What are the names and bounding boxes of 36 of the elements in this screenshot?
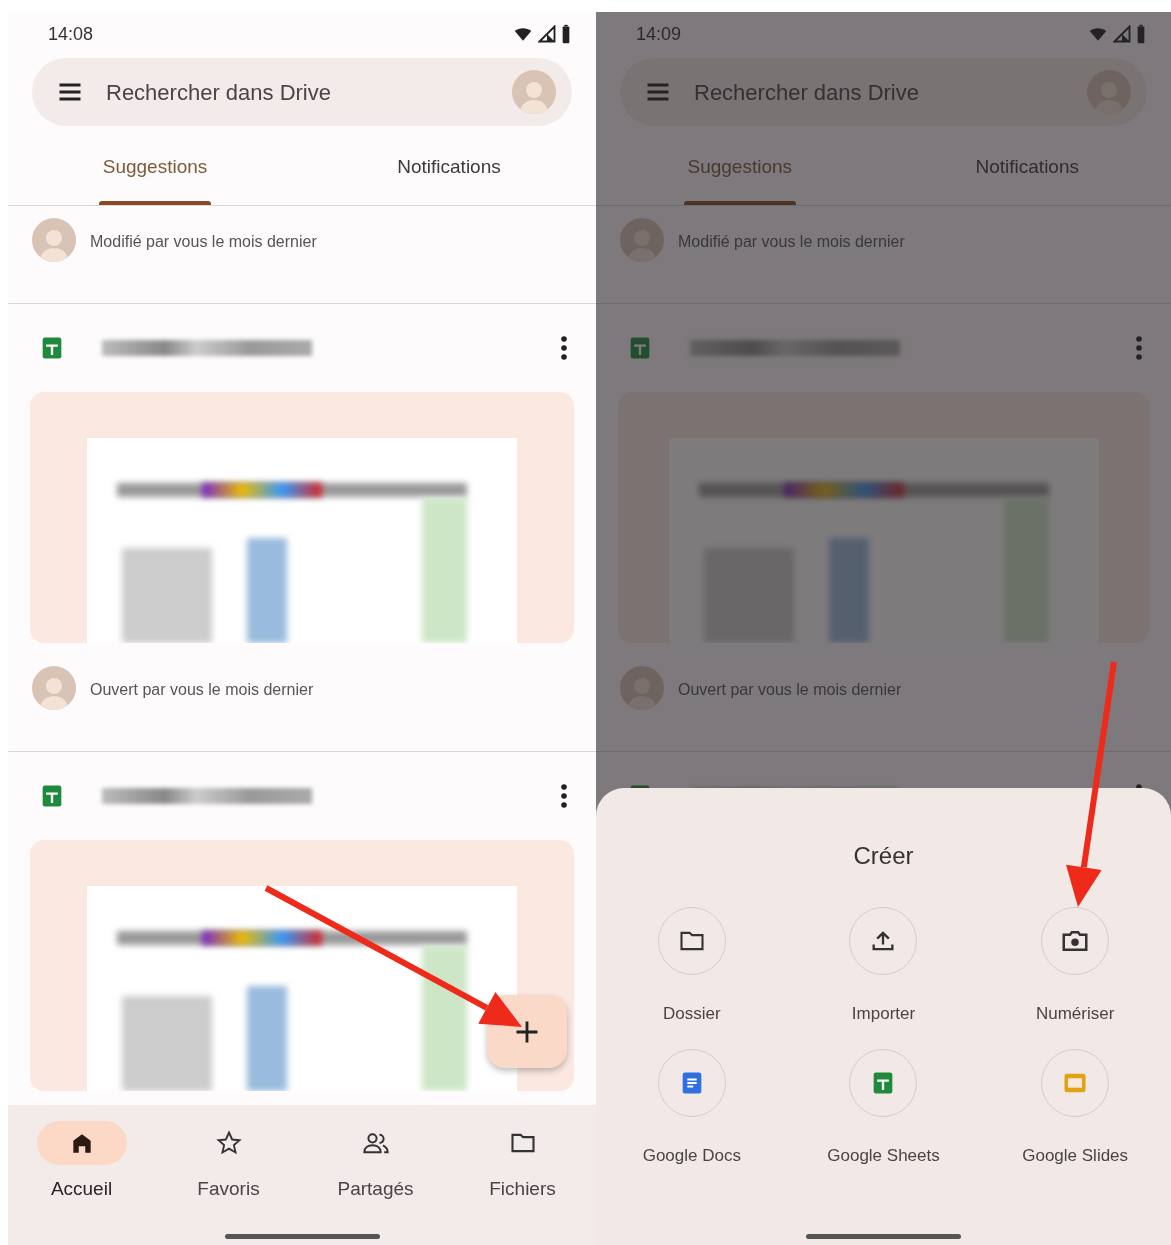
file-preview-card[interactable] xyxy=(30,840,574,1091)
more-options-icon[interactable] xyxy=(560,783,568,809)
create-option[interactable]: Google Docs xyxy=(596,1048,788,1168)
star-icon xyxy=(214,1129,243,1157)
create-option[interactable]: Google Sheets xyxy=(787,1048,980,1168)
create-option[interactable]: Google Slides xyxy=(979,1048,1171,1168)
nav-tab[interactable]: Fichiers xyxy=(449,1121,596,1204)
create-option[interactable]: Numériser xyxy=(979,907,1171,1027)
avatar xyxy=(32,666,76,710)
wifi-icon xyxy=(1087,25,1109,43)
battery-icon xyxy=(1135,24,1147,44)
activity-text: Modifié par vous le mois dernier xyxy=(678,232,905,252)
activity-text: Ouvert par vous le mois dernier xyxy=(678,680,902,700)
activity-text: Ouvert par vous le mois dernier xyxy=(90,680,314,700)
file-preview-card[interactable] xyxy=(30,392,574,643)
avatar xyxy=(620,218,664,262)
status-time: 14:09 xyxy=(636,22,682,46)
search-field[interactable]: Rechercher dans Drive xyxy=(32,58,572,126)
signal-icon xyxy=(1113,25,1131,43)
avatar xyxy=(512,70,556,114)
signal-icon xyxy=(538,25,556,43)
more-options-icon[interactable] xyxy=(560,335,568,361)
status-time: 14:08 xyxy=(48,22,94,46)
create-option[interactable]: Importer xyxy=(787,907,980,1027)
nav-tab[interactable]: Partagés xyxy=(302,1121,449,1204)
nav-tab[interactable]: Accueil xyxy=(8,1121,155,1204)
avatar xyxy=(32,218,76,262)
avatar xyxy=(620,666,664,710)
battery-icon xyxy=(560,24,572,44)
wifi-icon xyxy=(512,25,534,43)
create-option[interactable]: Dossier xyxy=(596,907,788,1027)
sheet-title: Créer xyxy=(852,841,915,871)
activity-text: Modifié par vous le mois dernier xyxy=(90,232,317,252)
nav-tab[interactable]: Favoris xyxy=(155,1121,302,1204)
tab[interactable]: Notifications xyxy=(302,140,596,205)
tab[interactable]: Suggestions xyxy=(8,140,302,205)
